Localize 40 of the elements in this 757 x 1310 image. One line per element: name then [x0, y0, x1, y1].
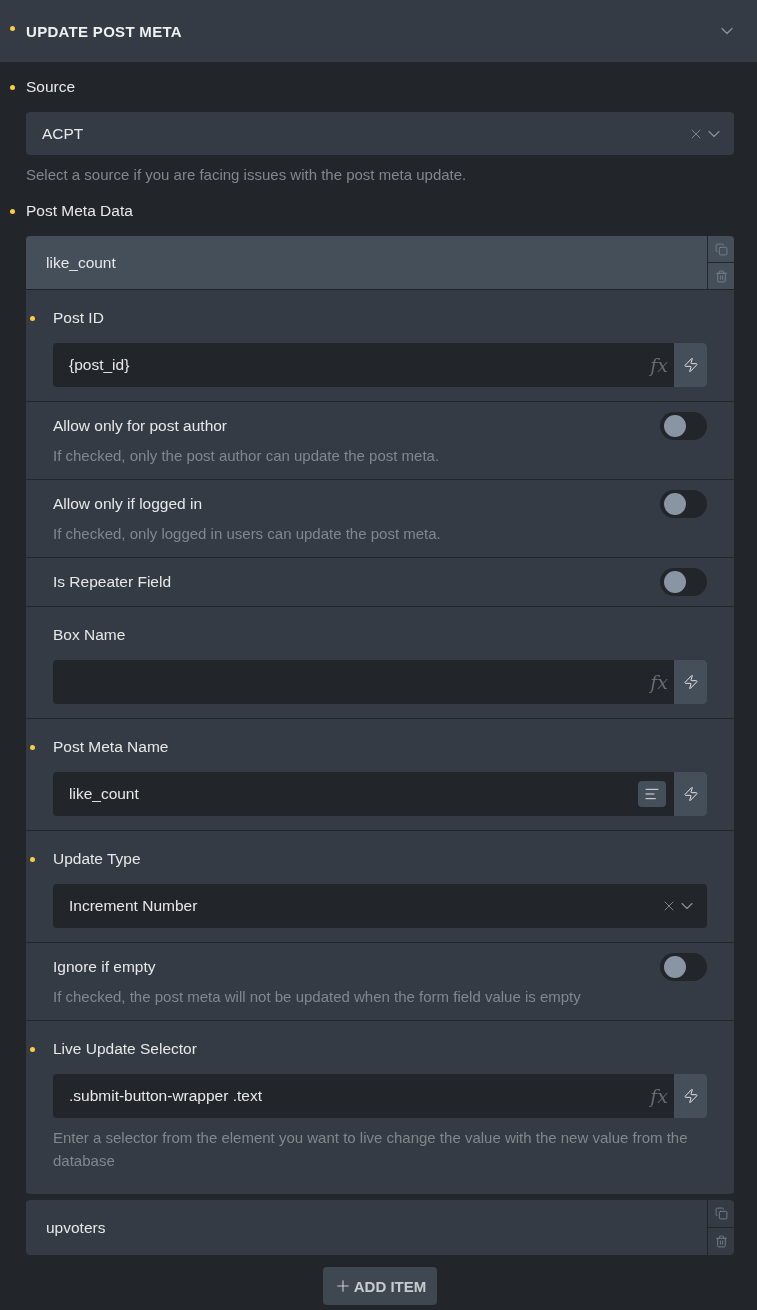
field-description: Select a source if you are facing issues with the post meta update. [26, 165, 468, 185]
field-label: Allow only for post author [53, 417, 228, 434]
toggle-switch[interactable] [660, 412, 707, 440]
lines-icon [644, 786, 660, 802]
lightning-icon [682, 1088, 699, 1104]
text-field[interactable]: {post_id} fx [53, 343, 707, 387]
lightning-icon [682, 357, 699, 373]
bolt-button[interactable] [674, 343, 707, 387]
field-label: Source [26, 78, 76, 95]
toggle-switch[interactable] [660, 953, 707, 981]
field-label: Allow only if logged in [53, 495, 203, 512]
bolt-button[interactable] [674, 1074, 707, 1118]
field-label: Live Update Selector [53, 1040, 197, 1057]
field-description: If checked, only logged in users can update the post meta. [53, 524, 442, 544]
field-description: Enter a selector from the element you want to live change the value with the new value from the database [53, 1128, 689, 1171]
toggle-switch[interactable] [660, 490, 707, 518]
section-header[interactable]: UPDATE POST META [0, 0, 757, 62]
text-input[interactable]: .submit-button-wrapper .text [53, 1074, 651, 1118]
field-label: Update Type [53, 850, 141, 867]
field-description: If checked, only the post author can update the post meta. [53, 446, 441, 466]
bolt-button[interactable] [674, 772, 707, 816]
section-title: UPDATE POST META [26, 22, 183, 40]
bolt-button[interactable] [674, 660, 707, 704]
field-label: Post Meta Name [53, 738, 169, 755]
lightning-icon [682, 786, 699, 802]
field-description: If checked, the post meta will not be updated when the form field value is empty [53, 987, 582, 1007]
text-input[interactable]: {post_id} [53, 343, 651, 387]
field-label: Post Meta Data [26, 202, 133, 219]
text-field[interactable]: .submit-button-wrapper .text fx [53, 1074, 707, 1118]
field-label: Is Repeater Field [53, 573, 172, 590]
select-field[interactable]: ACPT [26, 112, 734, 155]
toggle-switch[interactable] [660, 568, 707, 596]
field-label: Post ID [53, 309, 104, 326]
lightning-icon [682, 674, 699, 690]
list-button[interactable] [638, 781, 666, 807]
select-field[interactable]: Increment Number [53, 884, 707, 928]
field-label: Box Name [53, 626, 126, 643]
field-label: Ignore if empty [53, 958, 156, 975]
add-item-button[interactable]: ADD ITEM [322, 1267, 438, 1305]
repeater-item-title[interactable]: upvoters [26, 1200, 707, 1255]
